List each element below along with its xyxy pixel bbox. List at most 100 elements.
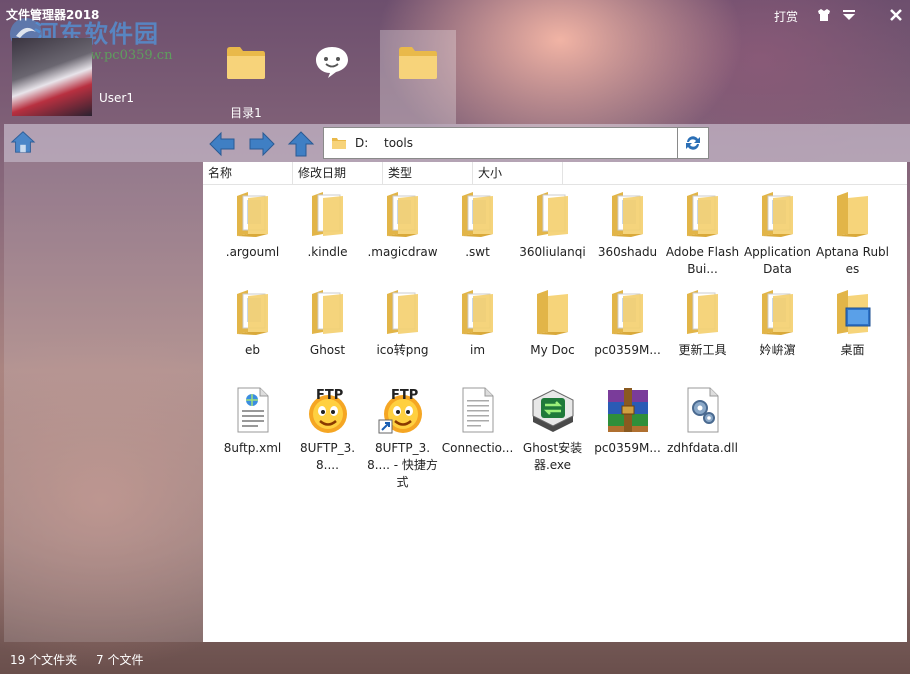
tab-directory-2[interactable] — [380, 30, 456, 124]
column-header: 名称 修改日期 类型 大小 — [203, 162, 907, 185]
folder-blank-icon — [684, 288, 722, 336]
file-item[interactable]: eb — [215, 284, 290, 380]
text-file-icon — [459, 386, 497, 434]
file-list[interactable]: 名称 修改日期 类型 大小 .argouml .kindle .magicdraw.… — [203, 162, 907, 642]
file-item[interactable]: Ghost — [290, 284, 365, 380]
folder-doc-icon — [234, 190, 272, 238]
folder-blank-icon — [309, 288, 347, 336]
file-item[interactable]: My Doc — [515, 284, 590, 380]
file-item[interactable]: Ghost安装器.exe — [515, 382, 590, 478]
file-item[interactable]: .kindle — [290, 186, 365, 282]
file-item[interactable]: Aptana Rubles — [815, 186, 890, 282]
file-name: ico转png — [376, 343, 429, 357]
tab-directory-1[interactable]: 目录1 — [208, 30, 284, 124]
dll-file-icon — [684, 386, 722, 434]
file-item[interactable]: pc0359M... — [590, 382, 665, 478]
file-item[interactable]: 8uftp.xml — [215, 382, 290, 478]
up-arrow-icon[interactable] — [287, 131, 315, 157]
status-bar: 19 个文件夹 7 个文件 — [0, 642, 910, 674]
avatar[interactable] — [12, 38, 92, 116]
file-item[interactable]: .magicdraw — [365, 186, 440, 282]
home-icon[interactable] — [9, 129, 37, 155]
svg-text:FTP: FTP — [316, 388, 343, 403]
file-name: 8uftp.xml — [223, 441, 282, 455]
file-item[interactable]: Adobe Flash Bui... — [665, 186, 740, 282]
folder-desktop-icon — [834, 288, 872, 336]
file-name: 360shadu — [597, 245, 658, 259]
folder-blank-icon — [534, 190, 572, 238]
file-item[interactable]: FTP 8UFTP_3.8.... - 快捷方式 — [365, 382, 440, 489]
ftp-shortcut-icon: FTP — [377, 386, 429, 434]
folder-doc-icon — [459, 190, 497, 238]
folder-doc-icon — [459, 288, 497, 336]
file-name: 更新工具 — [678, 343, 727, 357]
file-name: zdhfdata.dll — [667, 441, 738, 455]
folder-doc-icon — [609, 288, 647, 336]
column-name[interactable]: 名称 — [203, 162, 293, 184]
rar-archive-icon — [604, 386, 652, 434]
column-modified[interactable]: 修改日期 — [293, 162, 383, 184]
tab-chat[interactable] — [294, 30, 370, 124]
file-name: .argouml — [225, 245, 280, 259]
file-item[interactable]: pc0359M... — [590, 284, 665, 380]
forward-arrow-icon[interactable] — [248, 131, 276, 157]
file-name: 妗峅濵 — [759, 343, 796, 357]
file-item[interactable]: FTP 8UFTP_3.8.... — [290, 382, 365, 478]
folder-doc-icon — [609, 190, 647, 238]
file-item[interactable]: Connectio... — [440, 382, 515, 478]
file-count: 7 个文件 — [96, 653, 144, 667]
menu-dropdown-icon[interactable] — [840, 6, 858, 24]
tip-button[interactable]: 打赏 — [774, 8, 798, 25]
close-icon[interactable] — [887, 6, 905, 24]
file-name: Adobe Flash Bui... — [665, 245, 740, 276]
folder-count: 19 个文件夹 — [10, 653, 78, 667]
refresh-button[interactable] — [677, 127, 709, 159]
file-name: .kindle — [307, 245, 348, 259]
address-bar[interactable]: D: tools — [323, 127, 679, 159]
file-item[interactable]: Application Data — [740, 186, 815, 282]
file-item[interactable]: .argouml — [215, 186, 290, 282]
svg-text:FTP: FTP — [391, 388, 418, 403]
skin-icon[interactable] — [815, 6, 833, 24]
address-path: tools — [384, 136, 413, 150]
chat-icon — [316, 47, 348, 78]
ghost-app-icon — [529, 386, 577, 434]
folder-doc-icon — [234, 288, 272, 336]
file-name: 桌面 — [840, 343, 865, 357]
folder-blank-icon — [384, 288, 422, 336]
file-item[interactable]: ico转png — [365, 284, 440, 380]
file-item[interactable]: 更新工具 — [665, 284, 740, 380]
column-type[interactable]: 类型 — [383, 162, 473, 184]
folder-icon — [399, 47, 437, 79]
address-drive: D: — [355, 136, 369, 150]
folder-doc-icon — [384, 190, 422, 238]
folder-plain-icon — [834, 190, 872, 238]
file-item[interactable]: zdhfdata.dll — [665, 382, 740, 478]
folder-blank-icon — [309, 190, 347, 238]
file-name: Ghost — [309, 343, 346, 357]
file-name: Application Data — [743, 245, 812, 276]
folder-doc-icon — [684, 190, 722, 238]
file-name: 360liulanqi — [519, 245, 586, 259]
file-item[interactable]: 妗峅濵 — [740, 284, 815, 380]
sidebar-tree[interactable] — [4, 162, 203, 642]
file-item[interactable]: .swt — [440, 186, 515, 282]
file-name: pc0359M... — [594, 441, 661, 455]
file-item[interactable]: 360shadu — [590, 186, 665, 282]
folder-icon — [332, 138, 346, 149]
navigation-toolbar: D: tools — [4, 124, 910, 162]
file-name: 8UFTP_3.8.... — [299, 441, 356, 472]
back-arrow-icon[interactable] — [208, 131, 236, 157]
refresh-icon — [686, 136, 700, 150]
file-name: pc0359M... — [594, 343, 661, 357]
file-item[interactable]: 360liulanqi — [515, 186, 590, 282]
file-name: Ghost安装器.exe — [522, 441, 583, 472]
file-name: Aptana Rubles — [815, 245, 889, 276]
file-item[interactable]: 桌面 — [815, 284, 890, 380]
file-name: 8UFTP_3.8.... - 快捷方式 — [367, 441, 438, 489]
file-item[interactable]: im — [440, 284, 515, 380]
window-title: 文件管理器2018 — [6, 8, 100, 22]
column-size[interactable]: 大小 — [473, 162, 563, 184]
username: User1 — [99, 91, 134, 105]
file-name: Connectio... — [441, 441, 514, 455]
